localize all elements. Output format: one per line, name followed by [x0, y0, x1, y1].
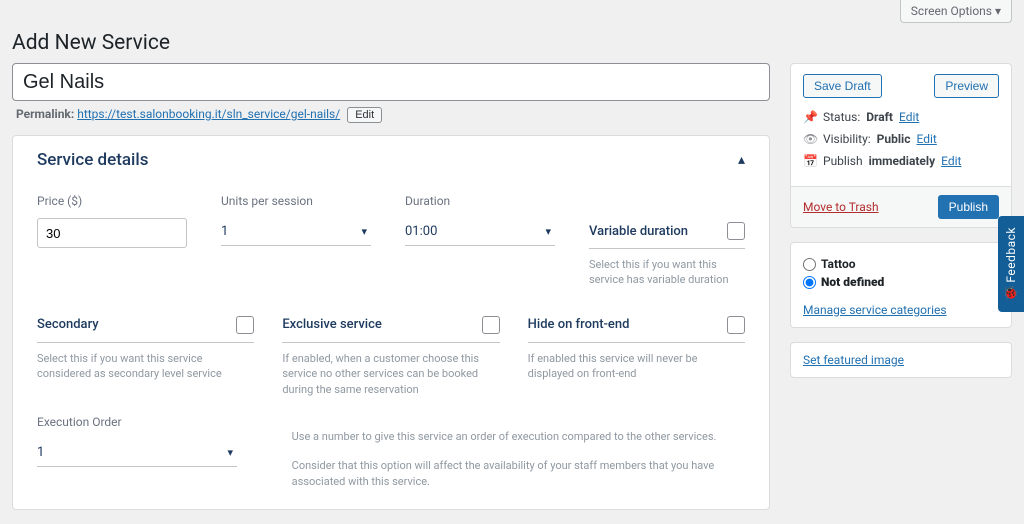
- hide-checkbox[interactable]: [727, 316, 745, 334]
- units-label: Units per session: [221, 194, 377, 208]
- eye-icon: 👁: [803, 132, 817, 146]
- permalink-label: Permalink:: [16, 107, 74, 121]
- edit-schedule-link[interactable]: Edit: [941, 154, 961, 168]
- save-draft-button[interactable]: Save Draft: [803, 74, 882, 98]
- hide-label: Hide on front-end: [528, 317, 630, 332]
- schedule-value: immediately: [869, 154, 936, 168]
- bug-icon: 🐞: [1003, 286, 1019, 301]
- visibility-value: Public: [877, 132, 911, 146]
- preview-button[interactable]: Preview: [934, 74, 999, 98]
- exclusive-help: If enabled, when a customer choose this …: [282, 351, 499, 397]
- units-select[interactable]: 1 ▾: [221, 218, 371, 246]
- variable-duration-label: Variable duration: [589, 224, 688, 239]
- feedback-tab[interactable]: Feedback 🐞: [998, 216, 1024, 312]
- hide-help: If enabled this service will never be di…: [528, 351, 745, 382]
- feedback-label: Feedback: [1004, 227, 1018, 283]
- service-details-panel: Service details ▴ Price ($) Units per se…: [12, 135, 770, 510]
- publish-button[interactable]: Publish: [938, 195, 999, 219]
- secondary-label: Secondary: [37, 317, 99, 332]
- category-radio-tattoo[interactable]: [803, 258, 816, 271]
- exclusive-label: Exclusive service: [282, 317, 382, 332]
- category-radio-notdefined[interactable]: [803, 276, 816, 289]
- variable-duration-help: Select this if you want this service has…: [589, 257, 745, 288]
- page-title: Add New Service: [0, 27, 1024, 63]
- collapse-icon[interactable]: ▴: [738, 152, 745, 168]
- edit-status-link[interactable]: Edit: [899, 110, 919, 124]
- screen-options-toggle[interactable]: Screen Options: [900, 0, 1012, 23]
- status-label: Status:: [823, 110, 860, 124]
- visibility-label: Visibility:: [823, 132, 871, 146]
- secondary-checkbox[interactable]: [236, 316, 254, 334]
- duration-label: Duration: [405, 194, 561, 208]
- exclusive-checkbox[interactable]: [482, 316, 500, 334]
- duration-select[interactable]: 01:00 ▾: [405, 218, 555, 246]
- move-to-trash-link[interactable]: Move to Trash: [803, 200, 879, 214]
- chevron-down-icon: ▾: [227, 446, 233, 459]
- category-label-notdefined: Not defined: [821, 275, 884, 289]
- exec-order-help-1: Use a number to give this service an ord…: [292, 429, 745, 444]
- category-label-tattoo: Tattoo: [821, 257, 856, 271]
- permalink-row: Permalink: https://test.salonbooking.it/…: [12, 101, 770, 135]
- manage-categories-link[interactable]: Manage service categories: [803, 303, 999, 317]
- service-details-heading: Service details: [37, 150, 148, 170]
- price-input[interactable]: [37, 218, 187, 248]
- permalink-edit-button[interactable]: Edit: [347, 107, 382, 123]
- exec-order-value: 1: [37, 445, 44, 460]
- chevron-down-icon: ▾: [361, 225, 367, 238]
- service-title-input[interactable]: [12, 63, 770, 101]
- price-label: Price ($): [37, 194, 193, 208]
- featured-image-box: Set featured image: [790, 342, 1012, 378]
- categories-box: Tattoo Not defined Manage service catego…: [790, 242, 1012, 328]
- exec-order-help-2: Consider that this option will affect th…: [292, 458, 745, 489]
- publish-box: Save Draft Preview 📌 Status: Draft Edit …: [790, 63, 1012, 228]
- permalink-url[interactable]: https://test.salonbooking.it/sln_service…: [77, 107, 340, 121]
- units-value: 1: [221, 224, 228, 239]
- edit-visibility-link[interactable]: Edit: [916, 132, 936, 146]
- exec-order-label: Execution Order: [37, 415, 264, 429]
- set-featured-image-link[interactable]: Set featured image: [803, 353, 904, 367]
- schedule-label: Publish: [823, 154, 863, 168]
- duration-value: 01:00: [405, 224, 437, 239]
- calendar-icon: 📅: [803, 154, 817, 168]
- secondary-help: Select this if you want this service con…: [37, 351, 254, 382]
- exec-order-select[interactable]: 1 ▾: [37, 439, 237, 467]
- status-value: Draft: [866, 110, 893, 124]
- variable-duration-checkbox[interactable]: [727, 222, 745, 240]
- pin-icon: 📌: [803, 110, 817, 124]
- chevron-down-icon: ▾: [545, 225, 551, 238]
- spacer-label: [589, 194, 745, 208]
